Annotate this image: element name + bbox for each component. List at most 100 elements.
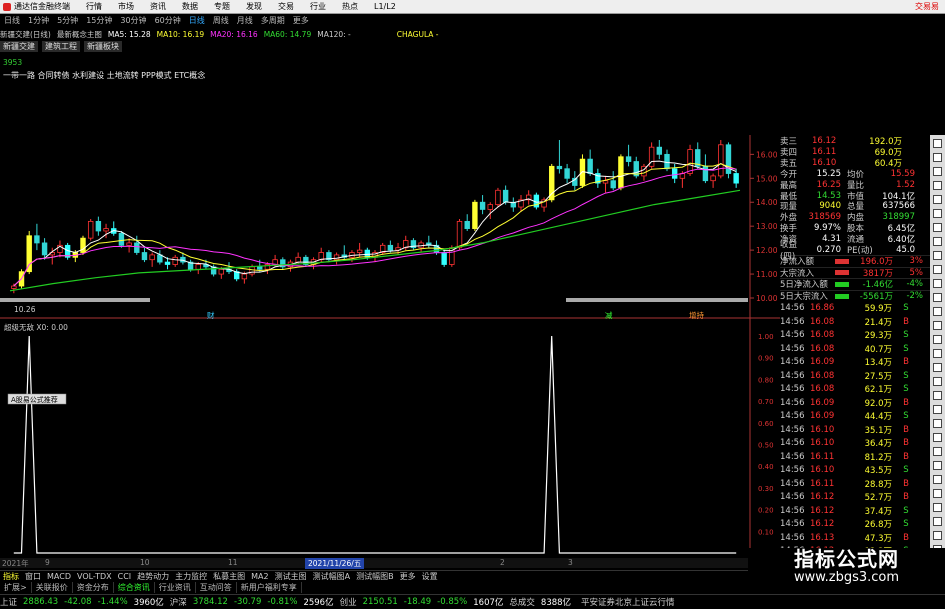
indicator-tab[interactable]: 趋势动力 xyxy=(134,571,172,582)
tool-icon[interactable] xyxy=(933,335,942,344)
trade-side: S xyxy=(903,370,909,381)
indicator-tab[interactable]: 设置 xyxy=(419,571,441,582)
indicator-tab[interactable]: VOL-TDX xyxy=(74,572,115,581)
osc-tick-label: 0.80 xyxy=(758,376,774,384)
tool-icon[interactable] xyxy=(933,153,942,162)
order-book-row[interactable]: 卖四 16.11 69.0万 xyxy=(780,146,930,158)
tool-icon[interactable] xyxy=(933,279,942,288)
page-tab[interactable]: 扩展> xyxy=(0,582,32,593)
stats-row: 现量 9040 总量 637566 xyxy=(780,201,930,212)
candle-body xyxy=(464,220,470,229)
tool-icon[interactable] xyxy=(933,167,942,176)
tool-icon[interactable] xyxy=(933,349,942,358)
indicator-tab[interactable]: 更多 xyxy=(397,571,419,582)
tool-icon[interactable] xyxy=(933,489,942,498)
tool-icon[interactable] xyxy=(933,447,942,456)
tool-icon[interactable] xyxy=(933,405,942,414)
tool-icon[interactable] xyxy=(933,181,942,190)
trade-time: 14:56 xyxy=(780,532,805,543)
tool-icon[interactable] xyxy=(933,419,942,428)
tool-icon[interactable] xyxy=(933,209,942,218)
index-name[interactable]: 上证 xyxy=(0,596,17,608)
trade-side: B xyxy=(903,451,909,462)
page-tab[interactable]: 资金分布 xyxy=(73,582,114,593)
index-name[interactable]: 沪深 xyxy=(170,596,187,608)
flow-bar xyxy=(835,281,849,287)
index-amt: 3960亿 xyxy=(133,598,164,608)
stats-row: 换手 9.97% 股本 6.45亿 xyxy=(780,223,930,234)
trade-ticks[interactable]: 14:56 16.86 59.9万 S 14:56 16.08 21.4万 B 14:56 16.… xyxy=(780,301,930,571)
trade-side: B xyxy=(903,424,909,435)
indicator-tab[interactable]: 测试幅图A xyxy=(310,571,353,582)
tool-icon[interactable] xyxy=(933,433,942,442)
tool-icon[interactable] xyxy=(933,251,942,260)
tool-icon[interactable] xyxy=(933,139,942,148)
trade-row[interactable]: 14:56 16.12 26.8万 S xyxy=(780,517,930,531)
tool-icon[interactable] xyxy=(933,461,942,470)
event-marker[interactable]: 增持 xyxy=(689,310,704,320)
trade-row[interactable]: 14:56 16.09 13.4万 B xyxy=(780,355,930,369)
flow-bar xyxy=(835,293,849,299)
event-marker[interactable]: 财 xyxy=(207,310,215,320)
tool-icon[interactable] xyxy=(933,503,942,512)
indicator-tab[interactable]: 指标 xyxy=(0,571,22,582)
trade-volume: 44.4万 xyxy=(864,412,892,423)
tool-icon[interactable] xyxy=(933,391,942,400)
tool-icon[interactable] xyxy=(933,475,942,484)
stats-table: 今开 15.25 均价 15.59 最高 16.25 量比 1.52 最低 14.53 市值 104.… xyxy=(780,169,930,262)
trade-row[interactable]: 14:56 16.08 62.1万 S xyxy=(780,382,930,396)
event-marker[interactable]: 减 xyxy=(605,310,613,320)
tool-icon[interactable] xyxy=(933,195,942,204)
trade-row[interactable]: 14:56 16.10 36.4万 B xyxy=(780,436,930,450)
trade-row[interactable]: 14:56 16.09 44.4万 S xyxy=(780,409,930,423)
stats-row: 收益(四) 0.270 PE(动) 45.0 xyxy=(780,240,930,262)
indicator-tab[interactable]: 测试幅图B xyxy=(353,571,397,582)
tool-icon[interactable] xyxy=(933,307,942,316)
trade-price: 16.09 xyxy=(810,357,835,368)
order-book-row[interactable]: 卖三 16.12 192.0万 xyxy=(780,135,930,147)
trade-row[interactable]: 14:56 16.86 59.9万 S xyxy=(780,301,930,315)
price-tick-label: 14.00 xyxy=(756,198,778,207)
trade-row[interactable]: 14:56 16.10 35.1万 B xyxy=(780,423,930,437)
indicator-tab[interactable]: 私募主图 xyxy=(210,571,248,582)
tool-icon[interactable] xyxy=(933,321,942,330)
tool-icon[interactable] xyxy=(933,517,942,526)
page-tab[interactable]: 新用户福利专享 xyxy=(237,582,302,593)
index-name[interactable]: 创业 xyxy=(340,596,357,608)
trade-row[interactable]: 14:56 16.09 92.0万 B xyxy=(780,396,930,410)
trade-row[interactable]: 14:56 16.08 21.4万 B xyxy=(780,315,930,329)
indicator-tab[interactable]: 主力监控 xyxy=(172,571,210,582)
trade-row[interactable]: 14:56 16.08 27.5万 S xyxy=(780,369,930,383)
tool-icon[interactable] xyxy=(933,363,942,372)
indicator-tab[interactable]: 测试主图 xyxy=(272,571,310,582)
trade-row[interactable]: 14:56 16.11 28.8万 B xyxy=(780,477,930,491)
page-tab[interactable]: 互动问答 xyxy=(196,582,237,593)
order-book-row[interactable]: 卖五 16.10 60.4万 xyxy=(780,157,930,169)
trade-row[interactable]: 14:56 16.12 52.7万 B xyxy=(780,490,930,504)
tool-icon[interactable] xyxy=(933,237,942,246)
indicator-tab[interactable]: 窗口 xyxy=(22,571,44,582)
trade-row[interactable]: 14:56 16.11 81.2万 B xyxy=(780,450,930,464)
tool-icon[interactable] xyxy=(933,223,942,232)
candle-body xyxy=(710,175,716,182)
price-chart[interactable]: 16.00 15.00 14.00 13.00 12.00 11.00 10.00 财 减 增持… xyxy=(0,0,780,558)
tool-icon[interactable] xyxy=(933,265,942,274)
indicator-tab[interactable]: MA2 xyxy=(248,572,271,581)
flow-value: 3817万 xyxy=(862,268,893,279)
indicator-tab[interactable]: CCI xyxy=(115,572,135,581)
tool-icon[interactable] xyxy=(933,293,942,302)
page-tab[interactable]: 关联报价 xyxy=(32,582,73,593)
tool-icon[interactable] xyxy=(933,531,942,540)
page-tab[interactable]: 综合资讯 xyxy=(114,582,155,593)
tool-icon[interactable] xyxy=(933,377,942,386)
trade-link[interactable]: 交易易 xyxy=(915,1,945,12)
indicator-tab[interactable]: MACD xyxy=(44,572,74,581)
order-price: 16.10 xyxy=(812,157,837,168)
page-tab[interactable]: 行业资讯 xyxy=(155,582,196,593)
price-tick-label: 16.00 xyxy=(756,150,778,159)
trade-row[interactable]: 14:56 16.13 47.3万 B xyxy=(780,531,930,545)
trade-row[interactable]: 14:56 16.08 29.3万 S xyxy=(780,328,930,342)
trade-row[interactable]: 14:56 16.10 43.5万 S xyxy=(780,463,930,477)
trade-row[interactable]: 14:56 16.12 37.4万 S xyxy=(780,504,930,518)
trade-row[interactable]: 14:56 16.08 40.7万 S xyxy=(780,342,930,356)
